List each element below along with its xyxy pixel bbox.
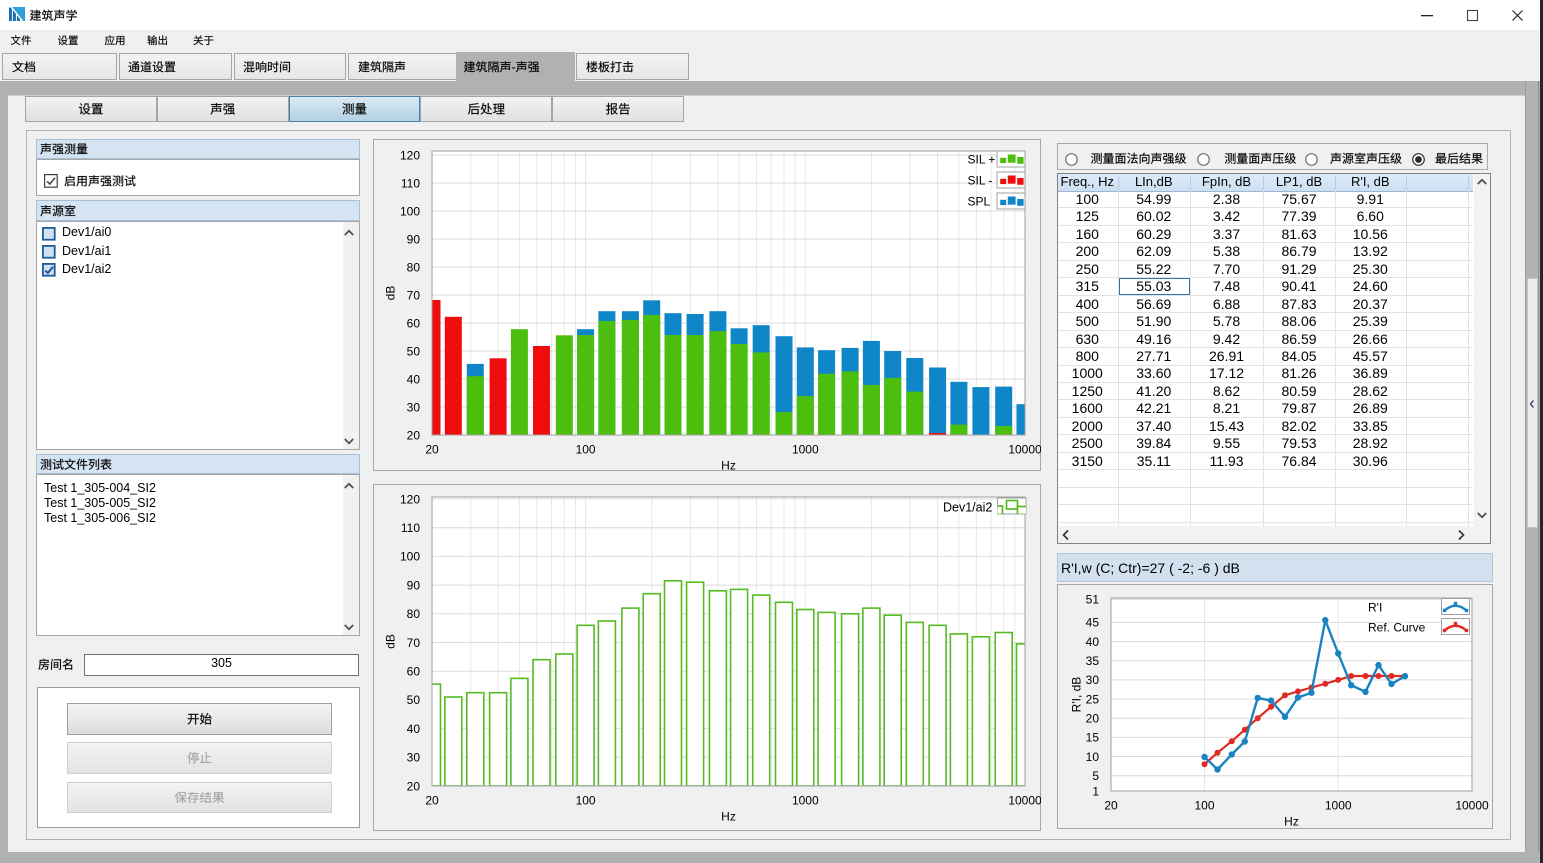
svg-text:R'I, dB: R'I, dB [1070, 677, 1084, 713]
svg-text:50: 50 [407, 693, 421, 707]
svg-text:100: 100 [400, 204, 420, 218]
svg-text:100: 100 [400, 550, 420, 564]
svg-text:SIL -: SIL - [968, 173, 993, 187]
svg-text:120: 120 [400, 492, 420, 506]
svg-text:51: 51 [1086, 593, 1100, 607]
svg-text:90: 90 [407, 578, 421, 592]
svg-text:90: 90 [407, 232, 421, 246]
svg-text:15: 15 [1086, 731, 1100, 745]
svg-text:R'I: R'I [1368, 601, 1382, 615]
svg-text:SPL: SPL [968, 194, 991, 208]
svg-text:20: 20 [1086, 712, 1100, 726]
svg-text:70: 70 [407, 636, 421, 650]
svg-text:20: 20 [425, 443, 439, 457]
svg-text:35: 35 [1086, 654, 1100, 668]
svg-text:dB: dB [383, 634, 397, 649]
svg-text:60: 60 [407, 665, 421, 679]
svg-text:120: 120 [400, 148, 420, 162]
svg-text:110: 110 [401, 176, 420, 190]
svg-text:1000: 1000 [792, 794, 819, 808]
svg-text:20: 20 [407, 779, 421, 793]
svg-text:1: 1 [1092, 784, 1099, 798]
svg-text:30: 30 [1086, 673, 1100, 687]
svg-text:40: 40 [407, 722, 421, 736]
svg-text:80: 80 [407, 607, 421, 621]
svg-text:10000: 10000 [1008, 443, 1041, 457]
svg-text:Ref. Curve: Ref. Curve [1368, 621, 1426, 635]
svg-text:60: 60 [407, 316, 421, 330]
svg-text:25: 25 [1086, 692, 1100, 706]
svg-text:50: 50 [407, 344, 421, 358]
svg-text:100: 100 [576, 794, 596, 808]
svg-text:5: 5 [1092, 769, 1099, 783]
svg-text:Hz: Hz [721, 810, 736, 824]
svg-text:30: 30 [407, 751, 421, 765]
svg-text:1000: 1000 [792, 443, 819, 457]
svg-text:100: 100 [1194, 799, 1214, 813]
svg-text:100: 100 [576, 443, 596, 457]
svg-text:10: 10 [1086, 750, 1100, 764]
svg-text:Dev1/ai2: Dev1/ai2 [943, 501, 992, 515]
svg-text:110: 110 [401, 521, 420, 535]
svg-text:20: 20 [407, 428, 421, 442]
svg-text:SIL +: SIL + [968, 152, 996, 166]
svg-text:dB: dB [383, 286, 397, 301]
svg-text:10000: 10000 [1008, 794, 1041, 808]
svg-text:80: 80 [407, 260, 421, 274]
svg-text:70: 70 [407, 288, 421, 302]
svg-text:20: 20 [425, 794, 439, 808]
svg-text:20: 20 [1104, 799, 1118, 813]
svg-text:30: 30 [407, 400, 421, 414]
svg-text:10000: 10000 [1455, 799, 1489, 813]
svg-text:Hz: Hz [721, 459, 736, 472]
svg-text:40: 40 [407, 372, 421, 386]
svg-text:40: 40 [1086, 635, 1100, 649]
svg-text:1000: 1000 [1325, 799, 1352, 813]
svg-text:45: 45 [1086, 616, 1100, 630]
svg-text:Hz: Hz [1284, 815, 1299, 829]
